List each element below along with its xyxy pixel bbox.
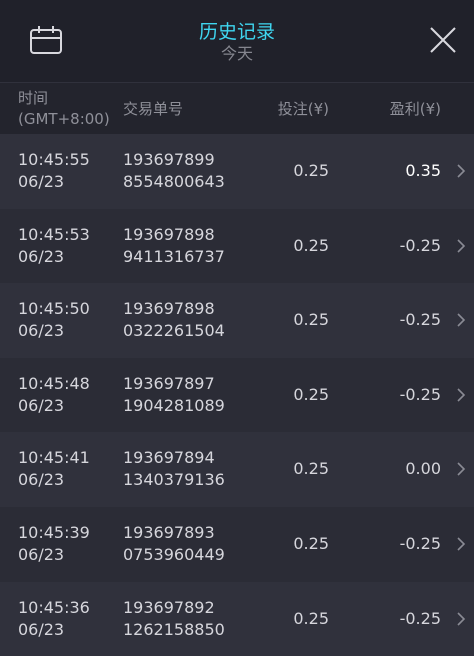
row-time-value: 10:45:53 [18, 224, 90, 244]
column-header-bet: 投注(¥) [277, 100, 329, 118]
row-order-line1: 193697892 [123, 597, 215, 617]
row-date-value: 06/23 [18, 321, 65, 341]
column-header-time: 时间 (GMT+8:00) [18, 88, 110, 130]
row-order-line1: 193697899 [123, 150, 215, 169]
row-order-line2: 0322261504 [123, 321, 225, 341]
row-profit: 0.00 [405, 459, 441, 479]
row-order: 193697894 1340379136 [123, 447, 225, 491]
row-time-value: 10:45:39 [18, 522, 90, 542]
history-list: 10:45:55 06/23 193697899 8554800643 0.25… [0, 134, 474, 656]
row-order-line2: 9411316737 [123, 246, 225, 266]
row-time: 10:45:36 06/23 [18, 597, 90, 641]
row-order-line2: 0753960449 [123, 544, 225, 564]
row-order: 193697899 8554800643 [123, 149, 225, 193]
row-profit: -0.25 [399, 384, 441, 404]
row-date-value: 06/23 [18, 619, 65, 639]
chevron-right-icon [457, 537, 466, 551]
row-date-value: 06/23 [18, 172, 65, 191]
row-profit: -0.25 [399, 310, 441, 330]
row-order-line1: 193697898 [123, 224, 215, 244]
row-date-value: 06/23 [18, 246, 65, 266]
row-order-line1: 193697894 [123, 448, 215, 468]
row-bet: 0.25 [293, 384, 329, 404]
row-profit: 0.35 [405, 161, 441, 180]
row-bet: 0.25 [293, 459, 329, 479]
row-order-line1: 193697898 [123, 299, 215, 319]
row-profit: -0.25 [399, 235, 441, 255]
row-order-line2: 1340379136 [123, 470, 225, 490]
row-bet: 0.25 [293, 235, 329, 255]
title-block: 历史记录 今天 [0, 20, 474, 64]
history-row[interactable]: 10:45:39 06/23 193697893 0753960449 0.25… [0, 506, 474, 582]
history-row[interactable]: 10:45:55 06/23 193697899 8554800643 0.25… [0, 134, 474, 209]
chevron-right-icon [457, 462, 466, 476]
history-row[interactable]: 10:45:50 06/23 193697898 0322261504 0.25… [0, 283, 474, 358]
row-time: 10:45:55 06/23 [18, 149, 90, 193]
chevron-right-icon [457, 164, 466, 178]
row-date-value: 06/23 [18, 395, 65, 415]
chevron-right-icon [457, 388, 466, 402]
header-bar: 历史记录 今天 [0, 0, 474, 83]
row-bet: 0.25 [293, 533, 329, 553]
row-order-line1: 193697897 [123, 373, 215, 393]
row-time-value: 10:45:48 [18, 373, 90, 393]
chevron-right-icon [457, 313, 466, 327]
row-time-value: 10:45:41 [18, 448, 90, 468]
history-row[interactable]: 10:45:53 06/23 193697898 9411316737 0.25… [0, 208, 474, 284]
row-time: 10:45:50 06/23 [18, 298, 90, 342]
row-order: 193697892 1262158850 [123, 597, 225, 641]
row-order-line2: 8554800643 [123, 172, 225, 191]
close-button[interactable] [428, 25, 458, 55]
row-time-value: 10:45:50 [18, 299, 90, 319]
row-order: 193697897 1904281089 [123, 373, 225, 417]
history-row[interactable]: 10:45:41 06/23 193697894 1340379136 0.25… [0, 432, 474, 507]
row-bet: 0.25 [293, 161, 329, 180]
close-icon [430, 27, 456, 53]
row-time-value: 10:45:55 [18, 150, 90, 169]
chevron-right-icon [457, 611, 466, 626]
row-time: 10:45:41 06/23 [18, 447, 90, 491]
row-profit: -0.25 [399, 533, 441, 553]
column-header-row: 时间 (GMT+8:00) 交易单号 投注(¥) 盈利(¥) [0, 83, 474, 134]
history-row[interactable]: 10:45:36 06/23 193697892 1262158850 0.25… [0, 581, 474, 656]
chevron-right-icon [457, 239, 466, 253]
row-time: 10:45:48 06/23 [18, 373, 90, 417]
column-header-timezone: (GMT+8:00) [18, 110, 110, 128]
row-order: 193697898 0322261504 [123, 298, 225, 342]
row-order-line2: 1262158850 [123, 619, 225, 639]
history-row[interactable]: 10:45:48 06/23 193697897 1904281089 0.25… [0, 357, 474, 433]
column-header-profit: 盈利(¥) [389, 100, 441, 118]
row-bet: 0.25 [293, 310, 329, 330]
row-order-line1: 193697893 [123, 522, 215, 542]
row-order: 193697898 9411316737 [123, 224, 225, 268]
row-profit: -0.25 [399, 608, 441, 628]
row-order: 193697893 0753960449 [123, 522, 225, 566]
column-header-order: 交易单号 [123, 100, 184, 118]
row-bet: 0.25 [293, 608, 329, 628]
row-time: 10:45:53 06/23 [18, 224, 90, 268]
row-order-line2: 1904281089 [123, 395, 225, 415]
row-time-value: 10:45:36 [18, 597, 90, 617]
row-time: 10:45:39 06/23 [18, 522, 90, 566]
row-date-value: 06/23 [18, 544, 65, 564]
date-filter-label: 今天 [220, 44, 253, 63]
row-date-value: 06/23 [18, 470, 65, 490]
page-title: 历史记录 [198, 21, 275, 43]
column-header-time-label: 时间 [18, 89, 49, 107]
